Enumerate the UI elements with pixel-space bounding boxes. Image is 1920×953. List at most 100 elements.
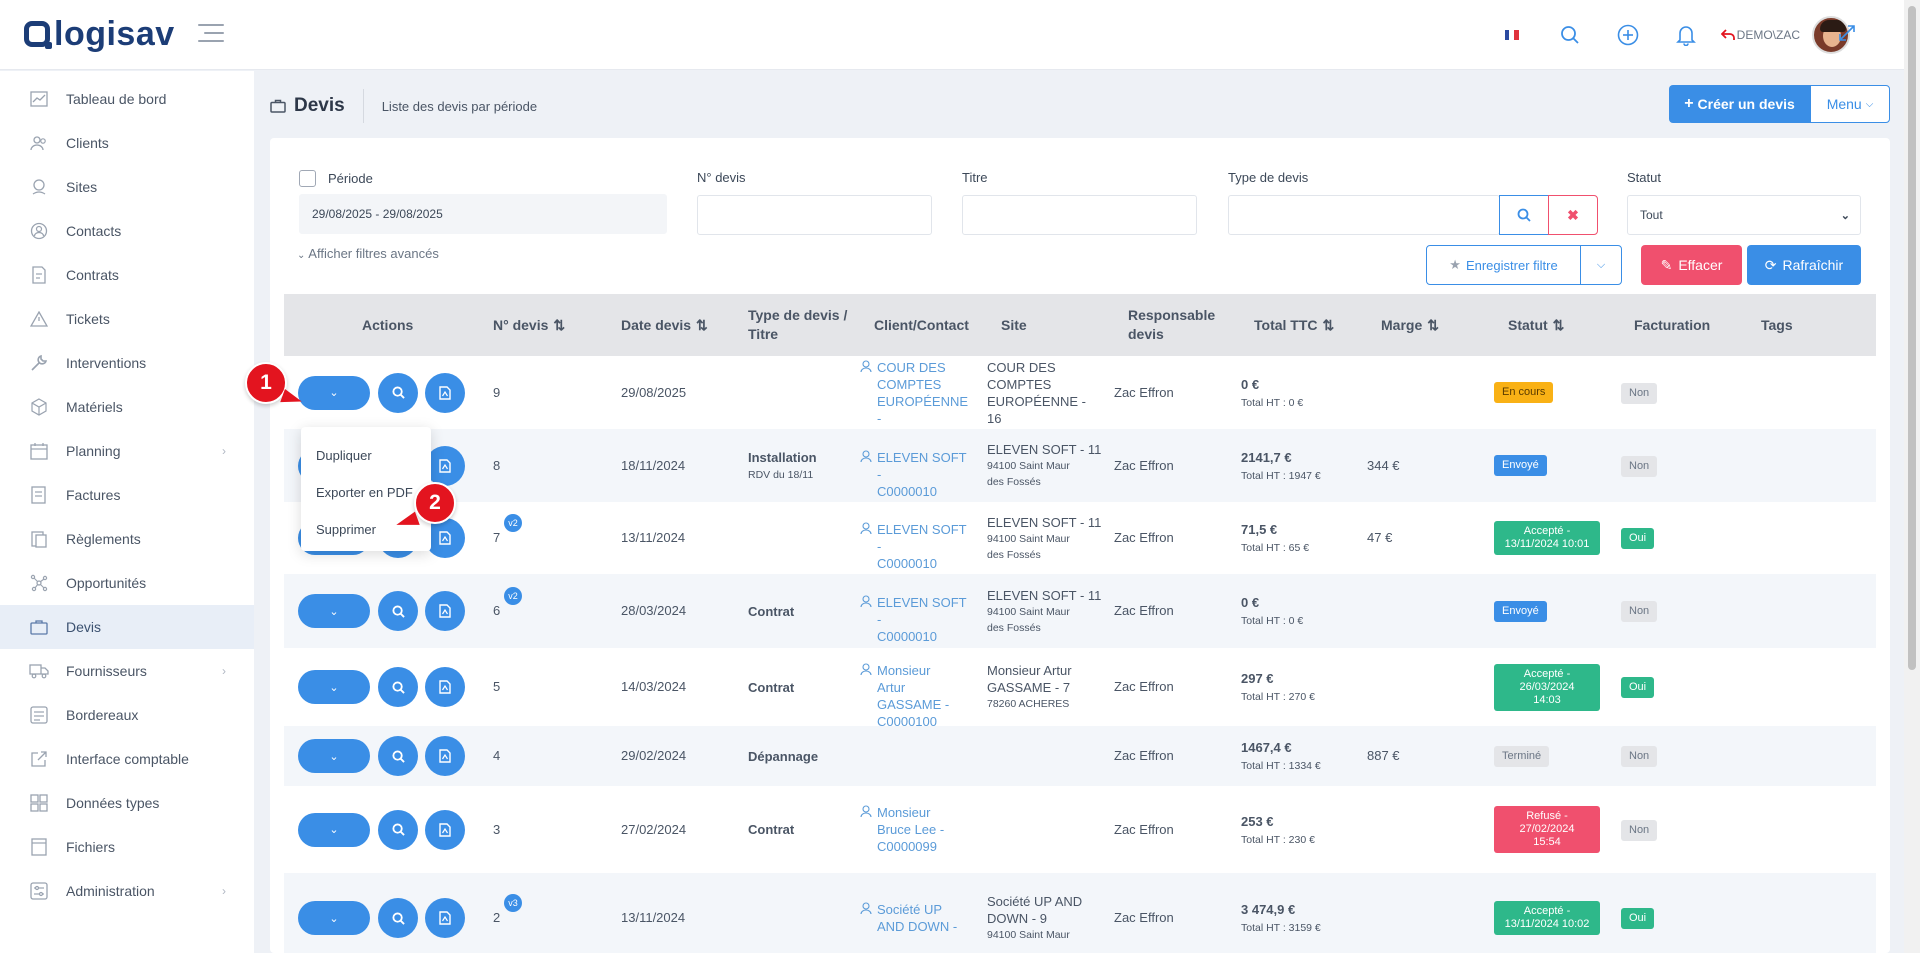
view-quote-button[interactable] [378, 809, 418, 850]
sidebar-item-reglements[interactable]: Règlements [0, 517, 254, 561]
row-actions-dropdown-button[interactable]: ⌄ [298, 901, 370, 935]
view-quote-button[interactable] [378, 591, 418, 631]
col-site: Site [1001, 316, 1027, 333]
user-switch[interactable]: DEMO\ZAC [1720, 28, 1800, 42]
create-quote-button[interactable]: + Créer un devis [1669, 85, 1810, 123]
sidebar-item-fichiers[interactable]: Fichiers [0, 825, 254, 869]
status-label: Statut [1627, 170, 1661, 185]
title-input[interactable] [962, 195, 1197, 235]
row-actions-dropdown-button[interactable]: ⌄ [298, 739, 370, 773]
period-input[interactable]: 29/08/2025 - 29/08/2025 [299, 194, 667, 234]
period-checkbox[interactable] [299, 170, 316, 187]
view-quote-button[interactable] [378, 736, 418, 776]
client-link[interactable]: Monsieur Bruce Lee - C0000099 [860, 804, 970, 855]
quote-number-input[interactable] [697, 195, 932, 235]
type-clear-button[interactable]: ✖ [1548, 195, 1598, 235]
sidebar-item-sites[interactable]: Sites [0, 165, 254, 209]
pdf-quote-button[interactable] [425, 518, 465, 558]
sidebar-item-interface-comptable[interactable]: Interface comptable [0, 737, 254, 781]
search-icon[interactable] [1541, 16, 1599, 54]
col-margin[interactable]: Marge ⇅ [1381, 294, 1439, 356]
refresh-button[interactable]: ⟳ Rafraîchir [1747, 245, 1861, 285]
sidebar-item-tableau-de-bord[interactable]: Tableau de bord [0, 77, 254, 121]
sidebar-item-label: Matériels [66, 399, 123, 415]
sidebar-item-factures[interactable]: Factures [0, 473, 254, 517]
quote-type: Dépannage [748, 748, 819, 764]
sidebar-item-contrats[interactable]: Contrats [0, 253, 254, 297]
sidebar-item-administration[interactable]: Administration › [0, 869, 254, 913]
version-badge: v2 [504, 514, 522, 532]
sidebar-item-clients[interactable]: Clients [0, 121, 254, 165]
row-actions-dropdown-button[interactable]: ⌄ [298, 375, 370, 410]
save-filter-button[interactable]: ★ Enregistrer filtre [1426, 245, 1581, 285]
search-icon [1517, 208, 1531, 222]
sort-icon[interactable]: ⇅ [553, 316, 565, 335]
pdf-quote-button[interactable] [425, 445, 465, 486]
scrollbar-thumb[interactable] [1908, 6, 1916, 670]
col-status[interactable]: Statut ⇅ [1508, 294, 1564, 356]
duplicate-menu-item[interactable]: Dupliquer [301, 437, 431, 474]
scrollbar[interactable] [1904, 0, 1920, 953]
margin-value: 887 € [1367, 748, 1400, 763]
sort-icon[interactable]: ⇅ [1553, 316, 1565, 335]
export-pdf-menu-item[interactable]: Exporter en PDF [301, 474, 431, 511]
sort-icon[interactable]: ⇅ [1427, 316, 1439, 335]
col-number[interactable]: N° devis ⇅ [493, 294, 565, 356]
logo[interactable]: logisav [24, 14, 175, 54]
sidebar-item-devis[interactable]: Devis [0, 605, 254, 649]
quote-number: 7 [493, 530, 501, 545]
sidebar-item-contacts[interactable]: Contacts [0, 209, 254, 253]
header-divider [362, 89, 364, 123]
view-quote-button[interactable] [378, 667, 418, 707]
menu-toggle-icon[interactable] [198, 24, 224, 48]
col-total-ttc[interactable]: Total TTC ⇅ [1254, 294, 1334, 356]
sidebar-item-opportunites[interactable]: Opportunités [0, 561, 254, 605]
sort-icon[interactable]: ⇅ [1323, 316, 1335, 335]
sidebar-item-donnees-types[interactable]: Données types [0, 781, 254, 825]
billing-badge: Non [1621, 455, 1658, 477]
view-quote-button[interactable] [378, 372, 418, 413]
client-link[interactable]: ELEVEN SOFT - C0000010 [860, 594, 970, 645]
quote-number: 6 [493, 603, 501, 618]
clear-filters-button[interactable]: ✎ Effacer [1641, 245, 1742, 285]
sidebar-item-label: Bordereaux [66, 707, 139, 723]
status-select[interactable]: Tout ⌄ [1627, 195, 1861, 235]
file-icon [28, 838, 50, 856]
sidebar-item-bordereaux[interactable]: Bordereaux [0, 693, 254, 737]
save-filter-dropdown[interactable]: ⌵ [1580, 245, 1622, 285]
menu-button[interactable]: Menu ⌵ [1810, 85, 1890, 123]
client-link[interactable]: ELEVEN SOFT - C0000010 [860, 449, 970, 500]
client-link[interactable]: Monsieur Artur GASSAME - C0000100 [860, 662, 970, 730]
add-circle-icon[interactable] [1599, 16, 1657, 54]
pdf-quote-button[interactable] [425, 898, 465, 938]
row-actions-dropdown-button[interactable]: ⌄ [298, 812, 370, 847]
advanced-filters-toggle[interactable]: ⌄ Afficher filtres avancés [297, 246, 439, 261]
sidebar-item-planning[interactable]: Planning › [0, 429, 254, 473]
client-link[interactable]: Société UP AND DOWN - [860, 901, 970, 935]
sidebar-item-tickets[interactable]: Tickets [0, 297, 254, 341]
sort-icon[interactable]: ⇅ [696, 316, 708, 335]
pdf-quote-button[interactable] [425, 372, 465, 413]
pdf-quote-button[interactable] [425, 667, 465, 707]
sidebar-item-label: Fichiers [66, 839, 116, 855]
type-search-button[interactable] [1499, 195, 1549, 235]
truck-icon [28, 662, 50, 680]
pdf-quote-button[interactable] [425, 591, 465, 631]
col-date[interactable]: Date devis ⇅ [621, 294, 708, 356]
row-actions-dropdown-button[interactable]: ⌄ [298, 670, 370, 704]
sidebar-item-fournisseurs[interactable]: Fournisseurs › [0, 649, 254, 693]
bell-icon[interactable] [1657, 16, 1715, 54]
quote-responsible: Zac Effron [1114, 748, 1174, 763]
quote-type: Installation RDV du 18/11 [748, 449, 817, 481]
pdf-icon [439, 822, 451, 837]
sidebar-item-materiels[interactable]: Matériels [0, 385, 254, 429]
pdf-quote-button[interactable] [425, 736, 465, 776]
language-flag-icon[interactable] [1483, 16, 1541, 54]
quote-type-input[interactable] [1228, 195, 1500, 235]
pdf-quote-button[interactable] [425, 809, 465, 850]
client-link[interactable]: ELEVEN SOFT - C0000010 [860, 521, 970, 572]
sidebar-item-interventions[interactable]: Interventions [0, 341, 254, 385]
row-actions-dropdown-button[interactable]: ⌄ [298, 594, 370, 628]
view-quote-button[interactable] [378, 898, 418, 938]
fullscreen-icon[interactable] [1838, 24, 1856, 47]
